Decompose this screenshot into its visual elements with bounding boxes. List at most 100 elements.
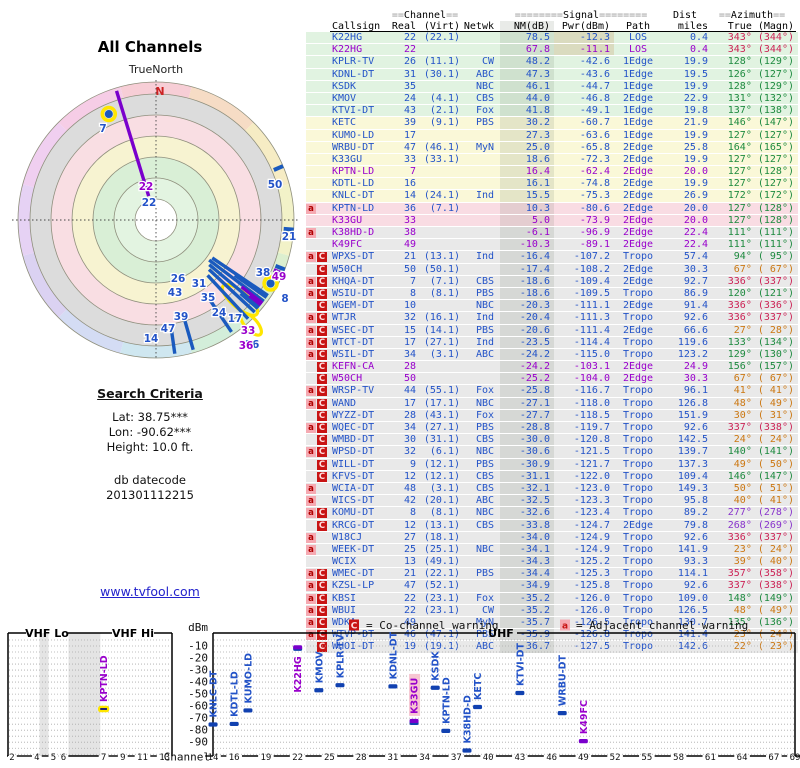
table-row: KUMO-LD 17 27.3 -63.6 1Edge 19.9 127° (127°) <box>306 129 798 142</box>
distance-cell: 92.6 <box>683 580 708 592</box>
power-cell: -63.6 <box>579 129 610 141</box>
virtual-channel-cell: (23.1) <box>423 592 460 604</box>
distance-cell: 19.8 <box>683 105 708 117</box>
signal-marker-KNLC-DT: KNLC-DT <box>208 670 220 727</box>
channel-axis-label: Channel <box>164 751 210 764</box>
co-channel-warning-flag: C <box>317 605 327 616</box>
warning-flags <box>306 142 330 153</box>
virtual-channel-cell <box>416 178 460 189</box>
virtual-channel-cell <box>416 44 460 55</box>
network-cell: MyN <box>475 141 494 153</box>
co-channel-warning-flag: C <box>317 349 327 360</box>
distance-cell: 126.5 <box>677 604 708 616</box>
noise-margin-cell: 16.1 <box>500 178 554 190</box>
co-channel-warning-flag: C <box>317 459 327 470</box>
channel-tick-label: 5 <box>51 753 56 763</box>
warning-flags: aC <box>306 446 330 458</box>
distance-cell: 57.4 <box>683 251 708 263</box>
virtual-channel-cell: (43.1) <box>423 409 460 421</box>
azimuth-cell: 343° (344°) <box>727 44 794 56</box>
channel-label-22: 22 <box>139 181 154 193</box>
signal-marker-K49FC: K49FC <box>578 700 590 744</box>
coverage-radar-chart: 2226 3135244339 1747 3316143678502138 4922Tr… <box>12 63 298 360</box>
channel-tick-label: 46 <box>546 753 557 763</box>
noise-margin-cell: 18.6 <box>500 153 554 166</box>
table-row: a WICS-DT 42 (20.1) ABC -32.5 -123.3 Tropo 95.8 … <box>306 495 798 508</box>
azimuth-cell: 277° (278°) <box>727 507 794 519</box>
real-channel-cell: 30 <box>403 434 416 446</box>
warning-flags: a <box>306 495 330 507</box>
network-cell: PBS <box>475 422 494 433</box>
azimuth-cell: 337° (338°) <box>727 580 794 592</box>
warning-flags <box>306 117 330 128</box>
warning-flags <box>306 44 330 55</box>
path-cell: Tropo <box>622 568 654 580</box>
power-cell: -75.3 <box>579 190 610 202</box>
svg-text:KPTN-LD: KPTN-LD <box>441 677 452 724</box>
real-channel-cell: 50 <box>403 373 416 385</box>
azimuth-cell: 127° (128°) <box>727 166 794 178</box>
warning-flags <box>306 239 330 250</box>
callsign-cell: K49FC <box>332 239 363 251</box>
path-cell: 1Edge <box>622 117 654 129</box>
table-row: KSDK 35 NBC 46.1 -44.7 1Edge 19.9 128° (129°) <box>306 80 798 93</box>
channel-tick-label: 16 <box>229 753 240 763</box>
distance-cell: 126.8 <box>677 397 708 409</box>
virtual-channel-cell: (33.1) <box>423 153 460 165</box>
callsign-cell: W50CH <box>332 373 363 385</box>
callsign-cell: KMOV <box>332 92 357 104</box>
co-channel-warning-flag: C <box>317 276 327 287</box>
noise-margin-cell: -32.1 <box>500 482 554 495</box>
network-cell: Ind <box>475 251 494 263</box>
svg-text:K33GU: K33GU <box>410 678 421 714</box>
power-cell: -111.1 <box>573 300 610 312</box>
path-cell: 2Edge <box>622 373 654 385</box>
network-cell: PBS <box>475 458 494 470</box>
power-cell: -74.8 <box>579 178 610 190</box>
table-row: a WEEK-DT 25 (25.1) NBC -34.1 -124.9 Tropo 141.9… <box>306 543 798 557</box>
network-cell: NBC <box>475 446 494 458</box>
distance-cell: 20.0 <box>683 202 708 214</box>
callsign-cell: WCIX <box>332 556 357 568</box>
co-channel-warning-flag: C <box>317 264 327 275</box>
azimuth-cell: 67° ( 67°) <box>727 263 794 275</box>
distance-cell: 22.9 <box>683 92 708 104</box>
path-cell: 2Edge <box>622 92 654 104</box>
callsign-cell: KNLC-DT <box>332 190 375 202</box>
noise-margin-cell: 47.3 <box>500 68 554 80</box>
power-cell: -42.6 <box>579 56 610 68</box>
distance-cell: 19.5 <box>683 68 708 80</box>
network-cell <box>460 166 500 177</box>
azimuth-group-header: Azimuth <box>730 10 774 21</box>
distance-cell: 92.6 <box>683 312 708 324</box>
svg-text:K49FC: K49FC <box>579 700 590 734</box>
network-cell <box>460 154 500 165</box>
azimuth-cell: 336° (336°) <box>727 300 794 312</box>
path-cell: 2Edge <box>622 300 654 312</box>
noise-margin-cell: 10.3 <box>500 202 554 214</box>
col-real: Real <box>390 21 416 32</box>
network-cell: CBS <box>475 470 494 482</box>
callsign-cell: KTVI-DT <box>332 105 375 117</box>
adjacent-warning-flag: a <box>306 496 316 507</box>
real-channel-cell: 48 <box>403 482 416 494</box>
network-cell <box>460 203 500 214</box>
azimuth-cell: 336° (337°) <box>727 275 794 287</box>
edge-tick-ch21 <box>283 226 294 232</box>
path-cell: Tropo <box>622 409 654 421</box>
table-row: C KFVS-DT 12 (12.1) CBS -31.1 -122.0 Tropo 109.4… <box>306 470 798 483</box>
azimuth-cell: 94° ( 95°) <box>727 251 794 263</box>
co-channel-warning-flag: C <box>317 410 327 421</box>
virtual-channel-cell: (30.1) <box>423 68 460 80</box>
real-channel-cell: 25 <box>403 543 416 555</box>
distance-cell: 26.9 <box>683 190 708 202</box>
table-row: a K38HD-D 38 -6.1 -96.9 2Edge 22.4 111° (111°) <box>306 227 798 240</box>
real-channel-cell: 33 <box>403 153 416 165</box>
power-cell: -121.7 <box>573 458 610 470</box>
azimuth-cell: 24° ( 24°) <box>727 434 794 446</box>
distance-cell: 66.6 <box>683 324 708 336</box>
virtual-channel-cell: (50.1) <box>423 263 460 275</box>
tvfool-website-link[interactable]: www.tvfool.com <box>0 584 300 599</box>
virtual-channel-cell: (13.1) <box>423 251 460 263</box>
table-row: C WYZZ-DT 28 (43.1) Fox -27.7 -118.5 Tropo 151.9… <box>306 409 798 422</box>
